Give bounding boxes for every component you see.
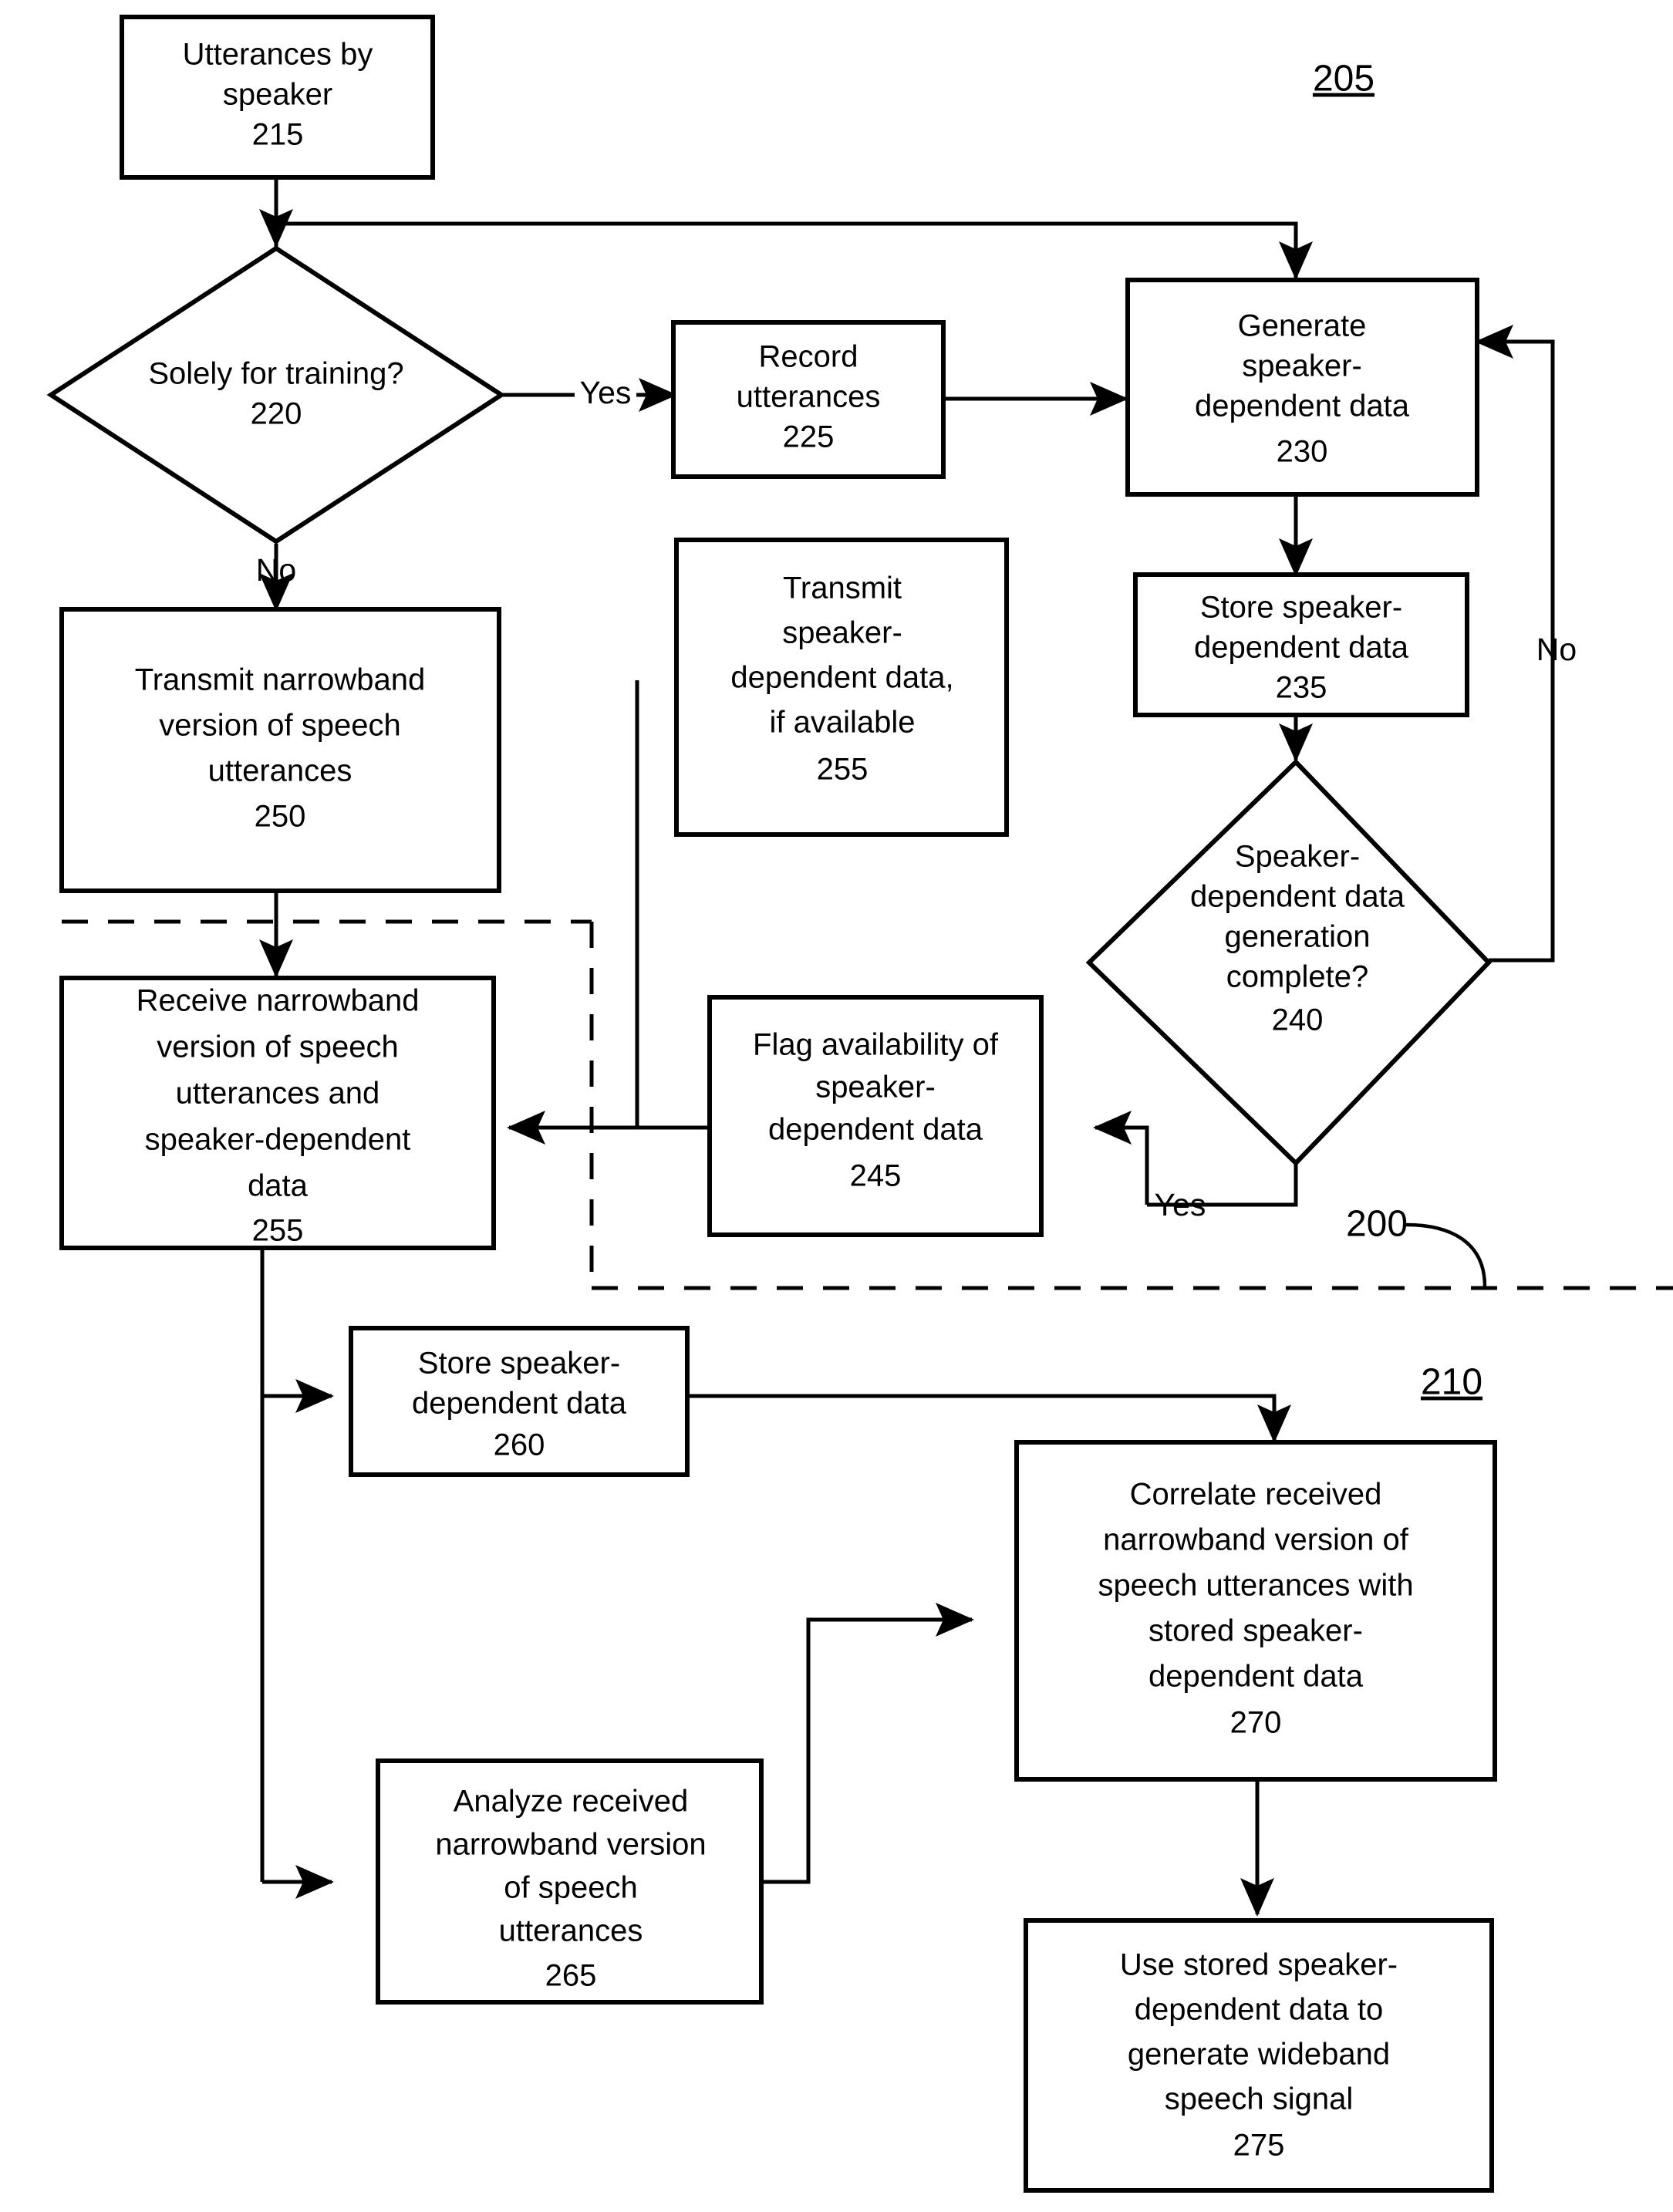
flowchart-page: Utterances by speaker 215 Solely for tra… bbox=[0, 0, 1673, 2212]
node-270-line-4: dependent data bbox=[1149, 1660, 1364, 1694]
node-235-line-0: Store speaker- bbox=[1200, 591, 1402, 625]
node-220-line-0: Solely for training? bbox=[148, 357, 403, 391]
node-265-line-3: utterances bbox=[499, 1914, 643, 1948]
edge-label-no-training: No bbox=[256, 552, 296, 588]
node-225-line-0: Record bbox=[759, 340, 858, 374]
node-235-line-1: dependent data bbox=[1194, 631, 1409, 665]
node-265-line-1: narrowband version bbox=[435, 1828, 706, 1862]
node-275-line-0: Use stored speaker- bbox=[1120, 1948, 1398, 1982]
node-270-line-0: Correlate received bbox=[1130, 1478, 1382, 1512]
edge-265-to-270 bbox=[762, 1603, 975, 1884]
node-265-line-2: of speech bbox=[504, 1871, 637, 1905]
node-250-line-2: utterances bbox=[208, 754, 352, 788]
node-240-line-1: dependent data bbox=[1190, 880, 1405, 914]
node-230-line-2: dependent data bbox=[1195, 389, 1410, 423]
node-260-line-0: Store speaker- bbox=[418, 1347, 620, 1381]
node-generate-speaker-dependent-data[interactable]: Generate speaker- dependent data 230 bbox=[1125, 278, 1479, 497]
edge-240-to-245 bbox=[1092, 1111, 1149, 1205]
node-240-line-4: 240 bbox=[1272, 1003, 1324, 1037]
node-255t-line-3: if available bbox=[769, 706, 915, 740]
node-270-line-1: narrowband version of bbox=[1103, 1523, 1409, 1557]
node-255r-line-3: speaker-dependent bbox=[145, 1123, 411, 1157]
node-215-line-1: speaker bbox=[223, 78, 332, 112]
node-220-shape bbox=[46, 245, 506, 545]
node-record-utterances[interactable]: Record utterances 225 bbox=[671, 320, 946, 479]
node-solely-for-training[interactable]: Solely for training? 220 bbox=[46, 245, 506, 545]
node-analyze-received-narrowband[interactable]: Analyze received narrowband version of s… bbox=[376, 1758, 764, 2005]
node-245-line-3: 245 bbox=[850, 1159, 902, 1193]
ref-label-205: 205 bbox=[1313, 59, 1374, 99]
node-245-line-0: Flag availability of bbox=[753, 1028, 999, 1062]
node-250-shape bbox=[59, 607, 501, 893]
node-store-speaker-dependent-data-260[interactable]: Store speaker- dependent data 260 bbox=[349, 1326, 690, 1477]
node-270-line-2: speech utterances with bbox=[1098, 1569, 1413, 1603]
flowchart-canvas: Utterances by speaker 215 Solely for tra… bbox=[46, 15, 1673, 2193]
ref-label-200: 200 bbox=[1346, 1204, 1408, 1245]
edge-label-yes-complete: Yes bbox=[1155, 1187, 1206, 1222]
node-receive-narrowband[interactable]: Receive narrowband version of speech utt… bbox=[59, 976, 496, 1250]
node-275-line-2: generate wideband bbox=[1128, 2038, 1390, 2072]
node-255r-line-2: utterances and bbox=[176, 1077, 380, 1111]
node-235-line-2: 235 bbox=[1276, 671, 1327, 705]
node-use-stored-data[interactable]: Use stored speaker- dependent data to ge… bbox=[1024, 1918, 1494, 2193]
node-230-line-0: Generate bbox=[1238, 309, 1367, 343]
node-245-line-2: dependent data bbox=[768, 1113, 983, 1147]
node-255r-line-1: version of speech bbox=[157, 1030, 399, 1064]
node-255r-line-0: Receive narrowband bbox=[137, 984, 420, 1018]
node-240-line-3: complete? bbox=[1226, 960, 1369, 994]
node-generation-complete[interactable]: Speaker- dependent data generation compl… bbox=[1085, 758, 1493, 1167]
node-270-line-3: stored speaker- bbox=[1149, 1614, 1363, 1648]
node-transmit-speaker-dependent-data[interactable]: Transmit speaker- dependent data, if ava… bbox=[674, 538, 1009, 837]
node-275-line-3: speech signal bbox=[1165, 2082, 1354, 2116]
node-255r-shape bbox=[59, 976, 496, 1250]
node-255t-line-4: 255 bbox=[817, 753, 869, 787]
node-220-line-1: 220 bbox=[251, 397, 302, 431]
node-255t-line-2: dependent data, bbox=[730, 661, 953, 695]
edge-label-no-complete: No bbox=[1536, 632, 1577, 667]
ref-label-210: 210 bbox=[1421, 1362, 1482, 1403]
node-flag-availability[interactable]: Flag availability of speaker- dependent … bbox=[707, 995, 1044, 1237]
node-250-line-0: Transmit narrowband bbox=[135, 663, 425, 697]
node-265-line-0: Analyze received bbox=[454, 1785, 689, 1819]
node-270-line-5: 270 bbox=[1230, 1706, 1282, 1740]
node-275-line-4: 275 bbox=[1233, 2129, 1285, 2163]
node-275-line-1: dependent data to bbox=[1135, 1993, 1384, 2027]
node-255r-line-4: data bbox=[248, 1169, 309, 1203]
node-utterances-by-speaker[interactable]: Utterances by speaker 215 bbox=[120, 15, 435, 180]
edge-215-to-230 bbox=[276, 221, 1313, 281]
node-260-line-2: 260 bbox=[494, 1428, 545, 1462]
node-230-line-1: speaker- bbox=[1242, 349, 1362, 383]
node-265-line-4: 265 bbox=[545, 1959, 597, 1993]
node-255r-line-5: 255 bbox=[252, 1214, 304, 1248]
node-store-speaker-dependent-data-235[interactable]: Store speaker- dependent data 235 bbox=[1133, 572, 1469, 717]
leader-200 bbox=[1405, 1222, 1487, 1287]
edge-260-to-270 bbox=[686, 1394, 1291, 1444]
node-260-line-1: dependent data bbox=[412, 1387, 627, 1421]
node-240-line-2: generation bbox=[1224, 920, 1370, 954]
edge-label-yes-training: Yes bbox=[580, 375, 632, 410]
node-215-line-2: 215 bbox=[252, 118, 304, 152]
node-255t-line-0: Transmit bbox=[783, 572, 902, 605]
node-transmit-narrowband[interactable]: Transmit narrowband version of speech ut… bbox=[59, 607, 501, 893]
node-250-line-3: 250 bbox=[255, 800, 306, 834]
node-230-line-3: 230 bbox=[1277, 435, 1328, 469]
node-255t-line-1: speaker- bbox=[782, 616, 902, 650]
node-215-line-0: Utterances by bbox=[183, 38, 373, 72]
node-250-line-1: version of speech bbox=[159, 709, 401, 743]
node-correlate-received[interactable]: Correlate received narrowband version of… bbox=[1014, 1440, 1497, 1782]
node-245-line-1: speaker- bbox=[815, 1071, 936, 1104]
node-240-line-0: Speaker- bbox=[1235, 840, 1360, 874]
node-225-line-2: 225 bbox=[783, 420, 835, 454]
node-225-line-1: utterances bbox=[737, 380, 881, 414]
